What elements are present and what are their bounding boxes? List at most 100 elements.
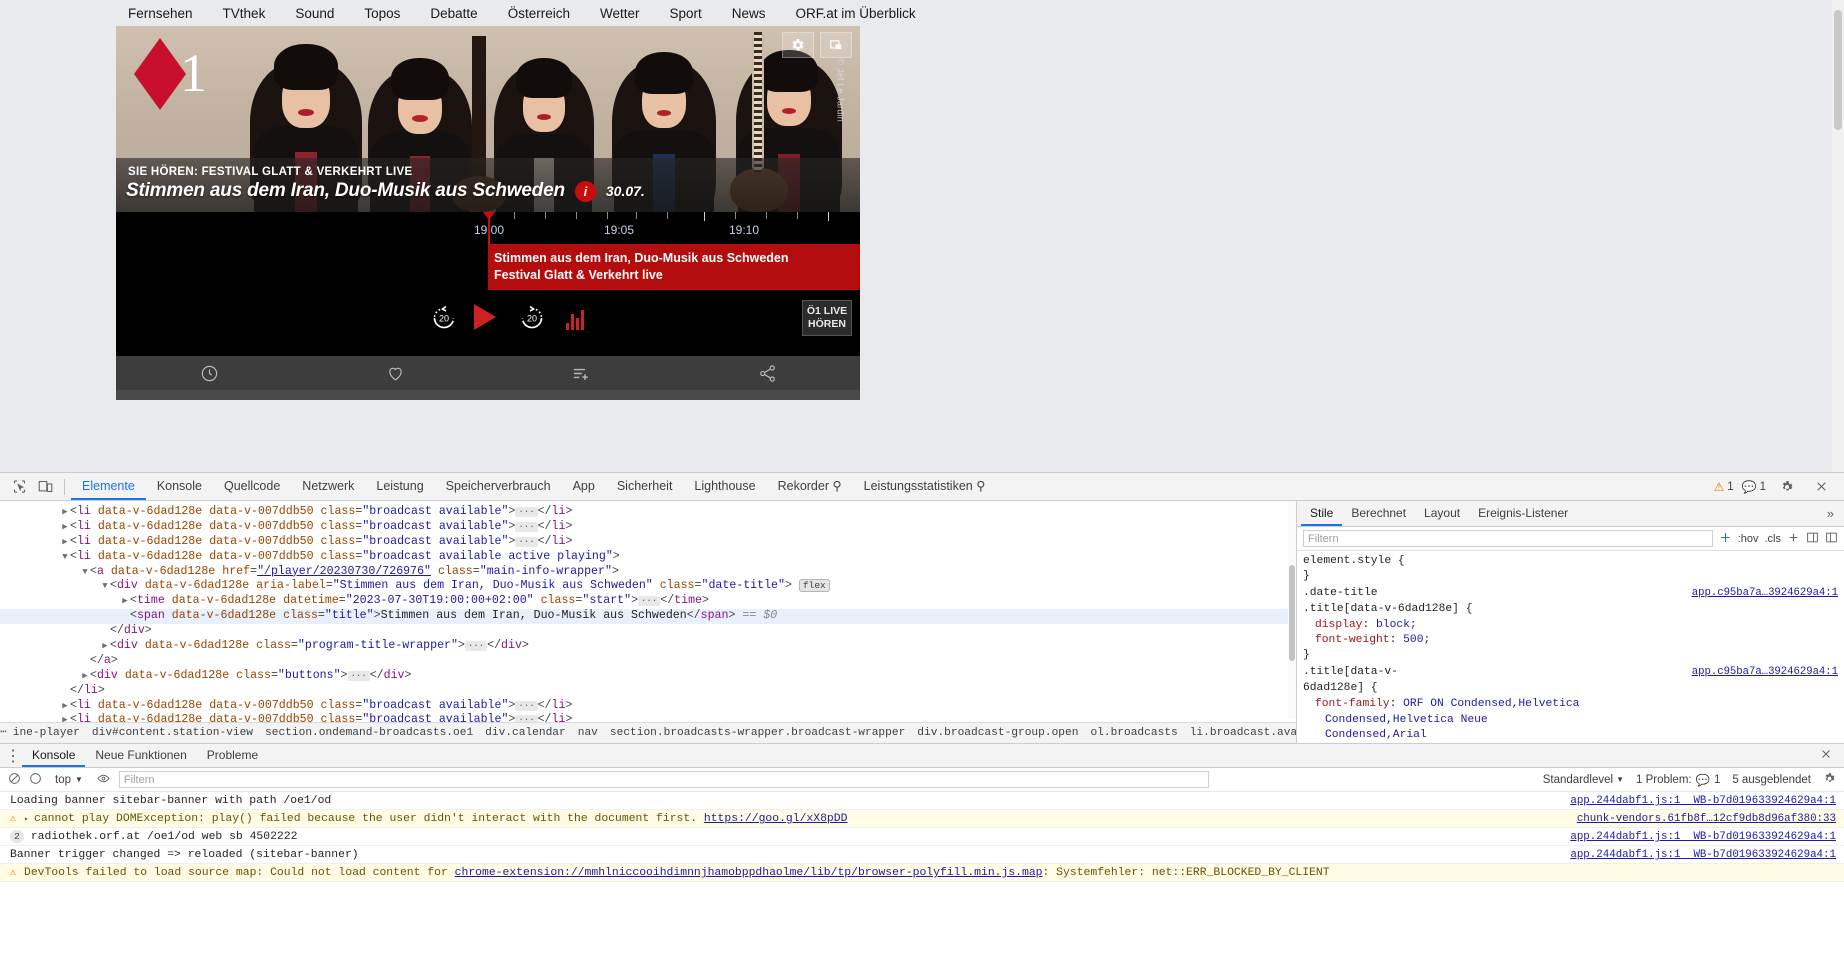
devtools-tab-leistungsstatistiken[interactable]: Leistungsstatistiken ⚲ (853, 473, 997, 500)
page-scrollbar-thumb[interactable] (1834, 10, 1842, 130)
devtools-tab-elemente[interactable]: Elemente (71, 473, 146, 500)
element-tree-row[interactable]: </a> (0, 654, 1296, 669)
hov-button[interactable]: :hov (1738, 533, 1759, 545)
disclosure-triangle-icon[interactable]: ▶ (80, 669, 90, 684)
element-tree-row[interactable]: ▶ <li data-v-6dad128e data-v-007ddb50 cla… (0, 535, 1296, 550)
picture-in-picture-icon[interactable] (820, 32, 852, 58)
styles-tab-stile[interactable]: Stile (1301, 501, 1343, 526)
element-tree-row[interactable]: ▶ <time data-v-6dad128e datetime="2023-07… (0, 594, 1296, 609)
drawer-tab-konsole[interactable]: Konsole (22, 744, 86, 767)
styles-tab-berechnet[interactable]: Berechnet (1342, 501, 1415, 526)
rewind-20-button[interactable]: 20 (430, 304, 458, 332)
element-tree-row[interactable]: ▶ <li data-v-6dad128e data-v-007ddb50 cla… (0, 520, 1296, 535)
devtools-tab-app[interactable]: App (562, 473, 606, 500)
style-rule[interactable]: app.c95ba7a…3924629a4:1 .date-title (1303, 586, 1844, 601)
log-source-link[interactable]: chunk-vendors.61fb8f…12cf9db8d96af380:33 (1577, 810, 1836, 828)
inspect-element-icon[interactable] (6, 475, 32, 499)
style-rule[interactable]: app.c95ba7a…3924629a4:1 .title[data-v- (1303, 665, 1844, 680)
equalizer-icon[interactable] (566, 306, 590, 330)
devtools-settings-icon[interactable] (1774, 475, 1800, 499)
live-expression-eye-icon[interactable] (96, 772, 111, 788)
breadcrumb-item[interactable]: div.broadcast-group.open (911, 726, 1084, 741)
devtools-tab-quellcode[interactable]: Quellcode (213, 473, 291, 500)
toggle-element-state-icon[interactable] (1719, 531, 1732, 547)
breadcrumb-item[interactable]: section.broadcasts-wrapper.broadcast-wra… (604, 726, 911, 741)
computed-sidebar-icon[interactable] (1806, 531, 1819, 547)
live-listen-button[interactable]: Ö1 LIVE HÖREN (802, 300, 852, 336)
breadcrumb-item[interactable]: section.ondemand-broadcasts.oe1 (259, 726, 479, 741)
disclosure-triangle-icon[interactable]: ▼ (80, 565, 90, 580)
disclosure-triangle-icon[interactable]: ▼ (60, 550, 70, 565)
elements-scrollbar[interactable] (1288, 501, 1296, 719)
style-rule-source[interactable]: app.c95ba7a…3924629a4:1 (1692, 665, 1844, 680)
new-style-rule-icon[interactable] (1787, 531, 1800, 547)
style-declaration[interactable]: display: block; (1303, 618, 1844, 633)
element-tree-row[interactable]: ▶ <li data-v-6dad128e data-v-007ddb50 cla… (0, 505, 1296, 520)
warning-badge[interactable]: ⚠ 1 (1713, 480, 1733, 494)
cls-button[interactable]: .cls (1765, 533, 1782, 545)
log-source-link[interactable]: app.244dabf1.js:1 WB-b7d019633924629a4:1 (1570, 828, 1836, 846)
log-link[interactable]: chrome-extension://mmhlniccooihdimnnjham… (455, 867, 1043, 879)
devtools-tab-rekorder[interactable]: Rekorder ⚲ (767, 473, 853, 500)
devtools-tab-leistung[interactable]: Leistung (365, 473, 434, 500)
styles-more-tabs-icon[interactable]: » (1827, 506, 1840, 521)
history-clock-icon[interactable] (116, 356, 302, 390)
console-settings-gear-icon[interactable] (1823, 772, 1836, 788)
share-icon[interactable] (674, 356, 860, 390)
console-log-row[interactable]: 2 radiothek.orf.at /oe1/od web sb 450222… (0, 828, 1844, 846)
console-log-row[interactable]: Banner trigger changed => reloaded (site… (0, 846, 1844, 864)
devtools-tab-konsole[interactable]: Konsole (146, 473, 213, 500)
devtools-tab-netzwerk[interactable]: Netzwerk (291, 473, 365, 500)
current-program-block[interactable]: Stimmen aus dem Iran, Duo-Musik aus Schw… (488, 244, 860, 290)
log-source-link[interactable]: app.244dabf1.js:1 WB-b7d019633924629a4:1 (1570, 792, 1836, 810)
devtools-tab-lighthouse[interactable]: Lighthouse (683, 473, 766, 500)
console-log-row[interactable]: ⚠ ▸ cannot play DOMException: play() faile… (0, 810, 1844, 828)
element-tree-row[interactable]: ▶ <div data-v-6dad128e class="buttons"> ··… (0, 669, 1296, 684)
elements-tree-panel[interactable]: ▶ <li data-v-6dad128e data-v-007ddb50 cla… (0, 501, 1296, 744)
styles-tab-ereignis-listener[interactable]: Ereignis-Listener (1469, 501, 1577, 526)
orf-nav-item-2[interactable]: Sound (295, 6, 334, 21)
settings-gear-icon[interactable] (782, 32, 814, 58)
disclosure-triangle-icon[interactable]: ▶ (120, 594, 130, 609)
element-tree-row[interactable]: ▼ <div data-v-6dad128e aria-label="Stimme… (0, 579, 1296, 594)
message-badge[interactable]: 💬 1 (1742, 480, 1766, 494)
element-tree-row[interactable]: ▼ <a data-v-6dad128e href="/player/202307… (0, 565, 1296, 580)
element-tree-row[interactable]: </li> (0, 684, 1296, 699)
element-tree-row[interactable]: ▼ <li data-v-6dad128e data-v-007ddb50 cla… (0, 550, 1296, 565)
orf-nav-item-1[interactable]: TVthek (223, 6, 266, 21)
style-rule[interactable]: 6dad128e] {font-family: ORF ON Condensed… (1303, 681, 1844, 712)
console-filter-input[interactable]: Filtern (118, 771, 1209, 788)
orf-nav-item-7[interactable]: Sport (670, 6, 702, 21)
drawer-tab-probleme[interactable]: Probleme (197, 744, 268, 767)
console-log-row[interactable]: ⚠ DevTools failed to load source map: Cou… (0, 864, 1844, 882)
orf-nav-item-9[interactable]: ORF.at im Überblick (796, 6, 916, 21)
device-toolbar-icon[interactable] (32, 475, 58, 499)
breadcrumb-item[interactable]: div.calendar (479, 726, 572, 741)
breadcrumb-item[interactable]: li.broadcast.available.active.playing (1184, 726, 1296, 741)
player-timeline[interactable]: 19:00 19:05 19:10 (116, 212, 860, 244)
favorite-heart-icon[interactable] (302, 356, 488, 390)
forward-20-button[interactable]: 20 (518, 304, 546, 332)
orf-nav-item-6[interactable]: Wetter (600, 6, 640, 21)
disclosure-triangle-icon[interactable]: ▶ (100, 639, 110, 654)
add-to-playlist-icon[interactable] (488, 356, 674, 390)
clear-console-icon[interactable] (8, 772, 21, 788)
style-rule[interactable]: element.style {} (1303, 554, 1844, 585)
page-scrollbar[interactable] (1832, 0, 1844, 472)
orf-nav-item-8[interactable]: News (732, 6, 766, 21)
breadcrumb-item[interactable]: ine-player (7, 726, 86, 741)
timeline-playhead[interactable] (483, 212, 495, 244)
log-source-link[interactable]: app.244dabf1.js:1 WB-b7d019633924629a4:1 (1570, 846, 1836, 864)
devtools-close-icon[interactable] (1808, 475, 1834, 499)
element-tree-row[interactable]: ▶ <li data-v-6dad128e data-v-007ddb50 cla… (0, 699, 1296, 714)
orf-nav-item-3[interactable]: Topos (364, 6, 400, 21)
expand-triangle-icon[interactable]: ▸ (24, 811, 34, 829)
disclosure-triangle-icon[interactable]: ▶ (60, 699, 70, 714)
drawer-tab-neue-funktionen[interactable]: Neue Funktionen (85, 744, 196, 767)
style-rule-source[interactable]: app.c95ba7a…3924629a4:1 (1692, 586, 1844, 601)
log-link[interactable]: https://goo.gl/xX8pDD (704, 813, 848, 825)
console-settings-filter-icon[interactable] (29, 772, 42, 788)
style-rule[interactable]: .title[data-v-6dad128e] {display: block;… (1303, 602, 1844, 664)
orf-nav-item-4[interactable]: Debatte (430, 6, 477, 21)
orf-nav-item-5[interactable]: Österreich (508, 6, 570, 21)
